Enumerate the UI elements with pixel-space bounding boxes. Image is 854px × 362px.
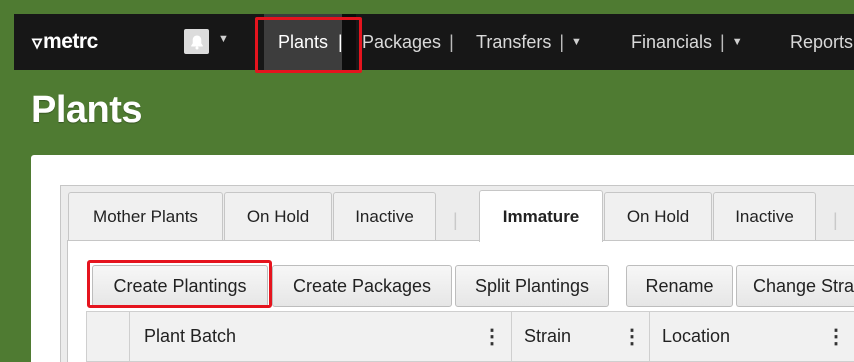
column-menu-icon[interactable]: ⋮	[482, 312, 502, 361]
tab-group-separator: |	[453, 210, 458, 230]
split-plantings-button[interactable]: Split Plantings	[455, 265, 609, 307]
metrc-logo[interactable]: ▿ metrc	[32, 29, 98, 55]
nav-transfers[interactable]: Transfers | ▼	[476, 14, 582, 70]
column-menu-icon[interactable]: ⋮	[622, 312, 642, 361]
grid-header: Plant Batch ⋮ Strain ⋮ Location ⋮	[86, 311, 854, 362]
column-header-plant-batch[interactable]: Plant Batch	[129, 312, 511, 361]
metrc-logo-mark-icon: ▿	[32, 31, 43, 54]
nav-plants[interactable]: Plants |	[264, 14, 356, 70]
tab-mother-on-hold[interactable]: On Hold	[224, 192, 332, 240]
nav-financials[interactable]: Financials | ▼	[631, 14, 743, 70]
notifications-dropdown-icon[interactable]: ▼	[218, 33, 229, 45]
chevron-down-icon: ▼	[571, 36, 582, 48]
tab-immature-inactive[interactable]: Inactive	[713, 192, 816, 240]
notifications-button[interactable]	[184, 29, 209, 54]
tab-mother-plants[interactable]: Mother Plants	[68, 192, 223, 240]
tab-mother-inactive[interactable]: Inactive	[333, 192, 436, 240]
rename-button[interactable]: Rename	[626, 265, 733, 307]
create-packages-button[interactable]: Create Packages	[272, 265, 452, 307]
top-navbar: ▿ metrc ▼ Plants | Packages | Transfers …	[14, 14, 854, 70]
tab-immature[interactable]: Immature	[479, 190, 603, 242]
chevron-down-icon: ▼	[731, 36, 743, 48]
change-strain-button[interactable]: Change Stra	[736, 265, 854, 307]
column-menu-icon[interactable]: ⋮	[826, 312, 846, 361]
tab-group-separator: |	[833, 210, 838, 230]
nav-packages[interactable]: Packages |	[362, 14, 454, 70]
nav-reports[interactable]: Reports	[790, 14, 853, 70]
bell-icon	[190, 35, 203, 49]
column-header-location[interactable]: Location	[649, 312, 854, 361]
create-plantings-button[interactable]: Create Plantings	[92, 265, 268, 307]
tab-immature-on-hold[interactable]: On Hold	[604, 192, 712, 240]
page-title: Plants	[31, 89, 143, 131]
active-indicator	[342, 14, 356, 70]
